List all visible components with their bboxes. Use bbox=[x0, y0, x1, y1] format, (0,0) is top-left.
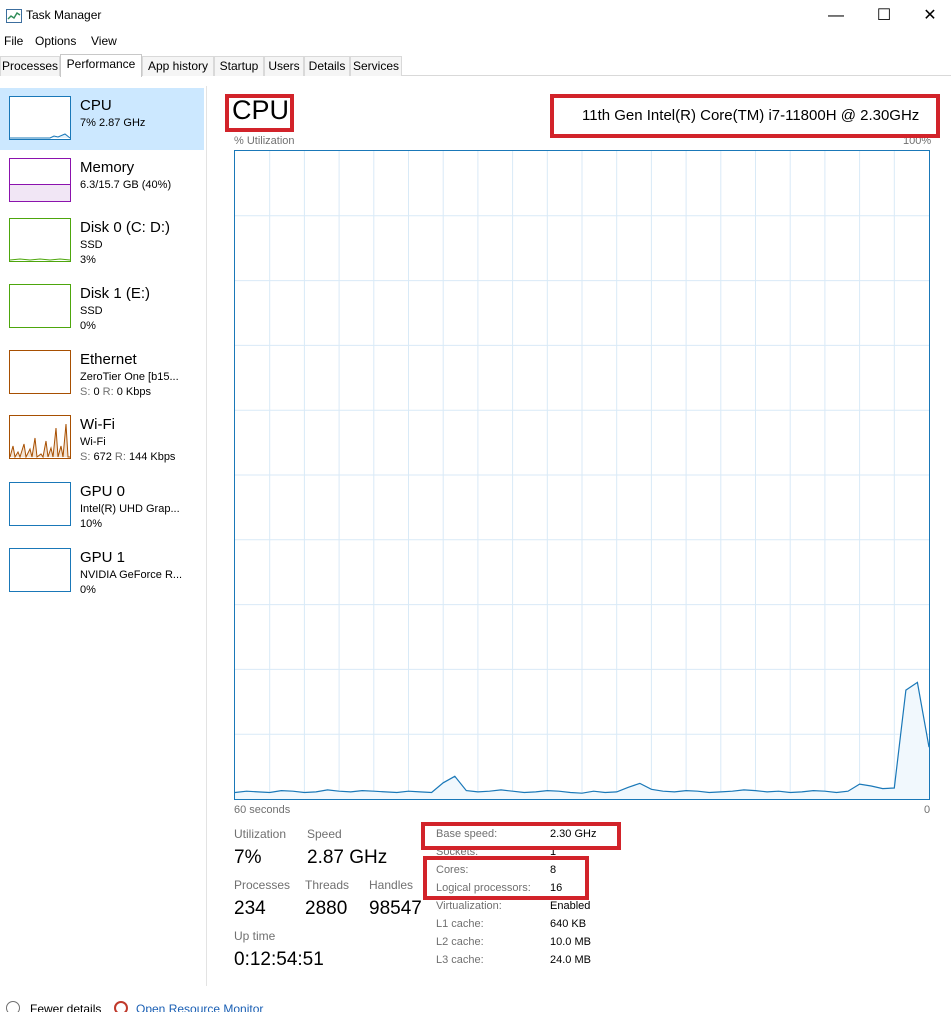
task-manager-icon bbox=[6, 9, 22, 23]
sidebar-item-title: GPU 0 bbox=[80, 483, 126, 500]
title-bar: Task Manager — ☐ ✕ bbox=[0, 0, 951, 32]
menu-bar: File Options View bbox=[0, 32, 951, 52]
sidebar-item-title: GPU 1 bbox=[80, 549, 126, 566]
speed-value: 2.87 GHz bbox=[307, 847, 388, 868]
sidebar-item-memory[interactable]: Memory 6.3/15.7 GB (40%) bbox=[0, 150, 204, 212]
virtualization-label: Virtualization: bbox=[436, 900, 502, 912]
tab-app-history[interactable]: App history bbox=[142, 56, 214, 76]
time-axis-start-label: 60 seconds bbox=[234, 804, 291, 816]
sidebar-item-throughput: S: 0 R: 0 Kbps bbox=[80, 386, 151, 398]
sidebar-item-detail: SSD bbox=[80, 305, 103, 317]
sidebar-item-disk-1[interactable]: Disk 1 (E:) SSD 0% bbox=[0, 276, 204, 338]
resource-monitor-icon bbox=[114, 1001, 128, 1012]
maximize-button[interactable]: ☐ bbox=[861, 0, 907, 32]
minimize-button[interactable]: — bbox=[813, 0, 859, 32]
gpu-1-mini-graph bbox=[9, 548, 71, 592]
processes-label: Processes bbox=[234, 878, 291, 892]
fewer-details-link[interactable]: Fewer details bbox=[30, 1002, 101, 1012]
uptime-label: Up time bbox=[234, 929, 276, 943]
sidebar-item-title: Memory bbox=[80, 159, 135, 176]
sidebar-item-gpu-1[interactable]: GPU 1 NVIDIA GeForce R... 0% bbox=[0, 540, 204, 602]
disk-0-mini-graph bbox=[9, 218, 71, 262]
sidebar-item-detail: ZeroTier One [b15... bbox=[80, 371, 179, 383]
close-button[interactable]: ✕ bbox=[907, 0, 951, 32]
sidebar-item-title: CPU bbox=[80, 97, 112, 114]
sidebar-item-ethernet[interactable]: Ethernet ZeroTier One [b15... S: 0 R: 0 … bbox=[0, 342, 204, 404]
handles-value: 98547 bbox=[369, 898, 422, 919]
l2-cache-value: 10.0 MB bbox=[550, 936, 591, 948]
processes-value: 234 bbox=[234, 898, 266, 919]
sidebar-item-title: Disk 0 (C: D:) bbox=[80, 219, 170, 236]
handles-label: Handles bbox=[369, 878, 414, 892]
footer-bar: Fewer details Open Resource Monitor bbox=[0, 998, 951, 1012]
sidebar-item-title: Disk 1 (E:) bbox=[80, 285, 151, 302]
highlight-box-title bbox=[225, 94, 294, 132]
virtualization-value: Enabled bbox=[550, 900, 591, 912]
l3-cache-label: L3 cache: bbox=[436, 954, 484, 966]
sidebar-item-value: 0% bbox=[80, 320, 96, 332]
sidebar-item-value: 3% bbox=[80, 254, 96, 266]
menu-file[interactable]: File bbox=[4, 34, 23, 48]
l3-cache-value: 24.0 MB bbox=[550, 954, 591, 966]
threads-value: 2880 bbox=[305, 898, 348, 919]
sidebar-item-value: 10% bbox=[80, 518, 103, 530]
sidebar-item-detail: Wi-Fi bbox=[80, 436, 106, 448]
menu-view[interactable]: View bbox=[91, 34, 117, 48]
sidebar-item-value: 0% bbox=[80, 584, 96, 596]
l1-cache-value: 640 KB bbox=[550, 918, 587, 930]
utilization-label: Utilization bbox=[234, 827, 287, 841]
tab-processes[interactable]: Processes bbox=[0, 56, 60, 76]
sidebar-item-wifi[interactable]: Wi-Fi Wi-Fi S: 672 R: 144 Kbps bbox=[0, 407, 204, 469]
tab-services[interactable]: Services bbox=[350, 56, 402, 76]
sidebar-item-disk-0[interactable]: Disk 0 (C: D:) SSD 3% bbox=[0, 210, 204, 272]
gpu-0-mini-graph bbox=[9, 482, 71, 526]
cpu-mini-graph bbox=[9, 96, 71, 140]
ethernet-mini-graph bbox=[9, 350, 71, 394]
cpu-utilization-graph bbox=[234, 150, 930, 800]
sidebar-item-detail: 7% 2.87 GHz bbox=[80, 117, 146, 129]
window-title: Task Manager bbox=[26, 8, 102, 22]
threads-label: Threads bbox=[305, 878, 350, 892]
tab-startup[interactable]: Startup bbox=[214, 56, 264, 76]
speed-label: Speed bbox=[307, 827, 342, 841]
resource-list: CPU 7% 2.87 GHz Memory 6.3/15.7 GB (40%)… bbox=[0, 86, 207, 986]
uptime-value: 0:12:54:51 bbox=[234, 949, 324, 970]
tab-details[interactable]: Details bbox=[304, 56, 350, 76]
chevron-up-icon bbox=[6, 1001, 20, 1012]
highlight-box-base-speed bbox=[421, 822, 621, 850]
sidebar-item-throughput: S: 672 R: 144 Kbps bbox=[80, 451, 176, 463]
sidebar-item-detail: SSD bbox=[80, 239, 103, 251]
l2-cache-label: L2 cache: bbox=[436, 936, 484, 948]
sidebar-item-detail: Intel(R) UHD Grap... bbox=[80, 503, 180, 515]
sidebar-item-detail: 6.3/15.7 GB (40%) bbox=[80, 179, 172, 191]
utilization-axis-label: % Utilization bbox=[234, 135, 295, 147]
utilization-value: 7% bbox=[234, 847, 262, 868]
resource-monitor-link[interactable]: Open Resource Monitor bbox=[136, 1002, 263, 1012]
tab-bar: Processes Performance App history Startu… bbox=[0, 54, 951, 77]
sidebar-item-title: Wi-Fi bbox=[80, 416, 115, 433]
menu-options[interactable]: Options bbox=[35, 34, 76, 48]
sidebar-item-cpu[interactable]: CPU 7% 2.87 GHz bbox=[0, 88, 204, 150]
cpu-utilization-chart bbox=[234, 151, 930, 799]
time-axis-end-label: 0 bbox=[924, 804, 931, 816]
l1-cache-label: L1 cache: bbox=[436, 918, 484, 930]
tab-users[interactable]: Users bbox=[264, 56, 304, 76]
sidebar-item-detail: NVIDIA GeForce R... bbox=[80, 569, 183, 581]
memory-mini-graph bbox=[9, 158, 71, 202]
wifi-mini-graph bbox=[9, 415, 71, 459]
disk-1-mini-graph bbox=[9, 284, 71, 328]
sidebar-item-title: Ethernet bbox=[80, 351, 137, 368]
sidebar-item-gpu-0[interactable]: GPU 0 Intel(R) UHD Grap... 10% bbox=[0, 474, 204, 536]
tab-performance[interactable]: Performance bbox=[60, 54, 142, 77]
highlight-box-cpu-name bbox=[550, 94, 940, 138]
highlight-box-cores bbox=[423, 856, 589, 900]
